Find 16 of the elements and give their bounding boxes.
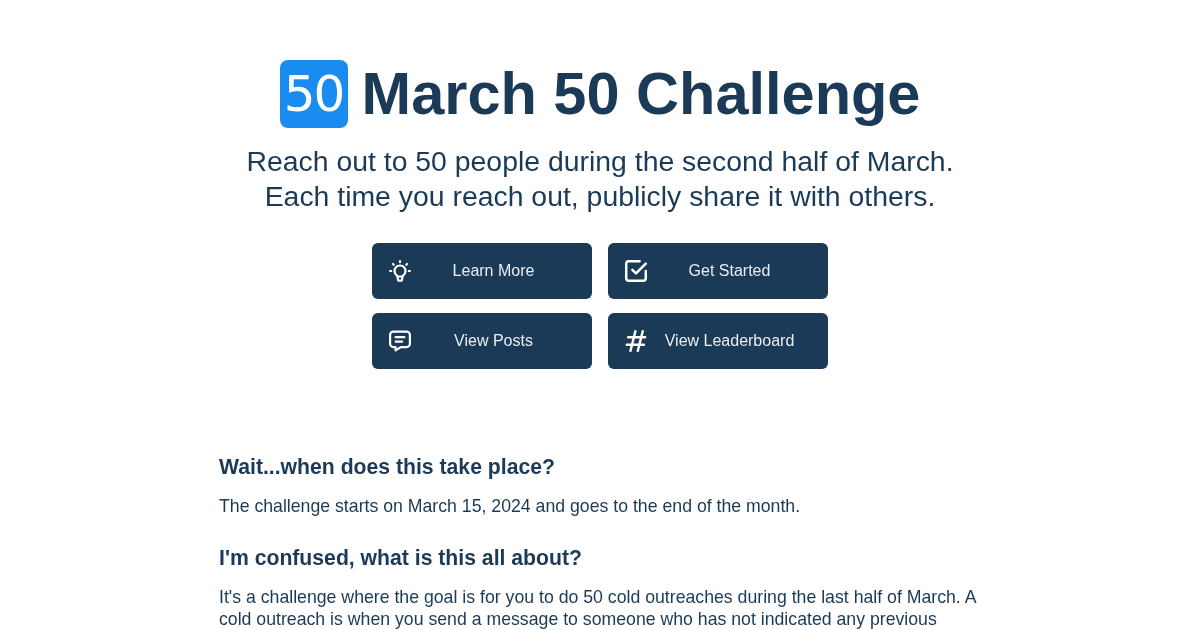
page-title: March 50 Challenge: [361, 60, 921, 128]
faq-answer: It's a challenge where the goal is for you to do 50 cold outreaches during the last half of March. A cold outreach is when you send a message to someone who has not indicated any previous: [219, 586, 978, 630]
lightbulb-icon: [389, 260, 411, 282]
faq-answer: The challenge starts on March 15, 2024 and goes to the end of the month.: [219, 495, 802, 517]
subtitle-line: Each time you reach out, publicly share it with others.: [263, 179, 937, 214]
action-button[interactable]: Get Started: [608, 243, 828, 299]
hash-icon: [625, 330, 647, 352]
logo-badge: 50: [279, 60, 348, 128]
action-button[interactable]: View Leaderboard: [608, 313, 828, 369]
checkbox-icon: [625, 260, 647, 282]
faq-question: I'm confused, what is this all about?: [219, 545, 583, 571]
action-button[interactable]: Learn More: [372, 243, 592, 299]
chat-icon: [389, 330, 411, 352]
action-button[interactable]: View Posts: [372, 313, 592, 369]
faq-question: Wait...when does this take place?: [219, 454, 556, 480]
subtitle-line: Reach out to 50 people during the second half of March.: [246, 144, 954, 179]
